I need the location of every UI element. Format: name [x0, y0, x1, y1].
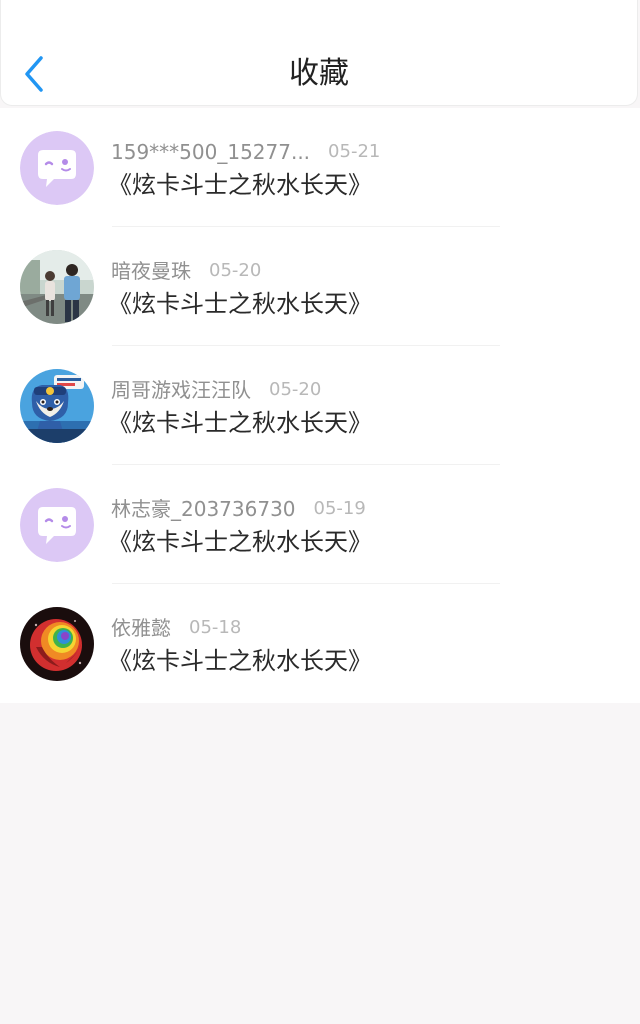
- couple-photo-avatar: [20, 250, 94, 324]
- username[interactable]: 林志豪_203736730: [111, 495, 296, 523]
- user-avatar[interactable]: [20, 607, 94, 681]
- page-title: 收藏: [289, 56, 349, 91]
- book-title[interactable]: 《炫卡斗士之秋水长天》: [108, 168, 372, 202]
- date: 05-20: [209, 260, 262, 281]
- list-item[interactable]: 暗夜曼珠 05-20 《炫卡斗士之秋水长天》: [0, 227, 640, 346]
- date: 05-18: [189, 617, 242, 638]
- rainbow-rose-avatar: [20, 607, 94, 681]
- username[interactable]: 周哥游戏汪汪队: [111, 376, 251, 404]
- username[interactable]: 暗夜曼珠: [111, 257, 191, 285]
- username[interactable]: 159***500_15277...: [111, 138, 310, 166]
- book-title[interactable]: 《炫卡斗士之秋水长天》: [108, 644, 372, 678]
- date: 05-21: [328, 141, 381, 162]
- cartoon-dog-avatar: [20, 369, 94, 443]
- item-meta: 周哥游戏汪汪队 05-20: [111, 376, 321, 404]
- list-item[interactable]: 依雅懿 05-18 《炫卡斗士之秋水长天》: [0, 584, 640, 703]
- item-meta: 暗夜曼珠 05-20: [111, 257, 261, 285]
- item-meta: 林志豪_203736730 05-19: [111, 495, 366, 523]
- user-avatar[interactable]: [20, 131, 94, 205]
- user-avatar[interactable]: [20, 250, 94, 324]
- list-item[interactable]: 周哥游戏汪汪队 05-20 《炫卡斗士之秋水长天》: [0, 346, 640, 465]
- list-item[interactable]: 林志豪_203736730 05-19 《炫卡斗士之秋水长天》: [0, 465, 640, 584]
- top-navigation-bar: 收藏: [0, 0, 638, 106]
- user-avatar[interactable]: [20, 369, 94, 443]
- date: 05-19: [313, 498, 366, 519]
- item-meta: 依雅懿 05-18: [111, 614, 241, 642]
- list-item[interactable]: 159***500_15277... 05-21 《炫卡斗士之秋水长天》: [0, 108, 640, 227]
- username[interactable]: 依雅懿: [111, 614, 171, 642]
- book-title[interactable]: 《炫卡斗士之秋水长天》: [108, 287, 372, 321]
- favorites-list: 159***500_15277... 05-21 《炫卡斗士之秋水长天》 暗夜曼…: [0, 108, 640, 703]
- book-title[interactable]: 《炫卡斗士之秋水长天》: [108, 406, 372, 440]
- user-avatar[interactable]: [20, 488, 94, 562]
- book-title[interactable]: 《炫卡斗士之秋水长天》: [108, 525, 372, 559]
- default-chat-avatar-icon: [20, 488, 94, 562]
- date: 05-20: [269, 379, 322, 400]
- default-chat-avatar-icon: [20, 131, 94, 205]
- item-meta: 159***500_15277... 05-21: [111, 138, 380, 166]
